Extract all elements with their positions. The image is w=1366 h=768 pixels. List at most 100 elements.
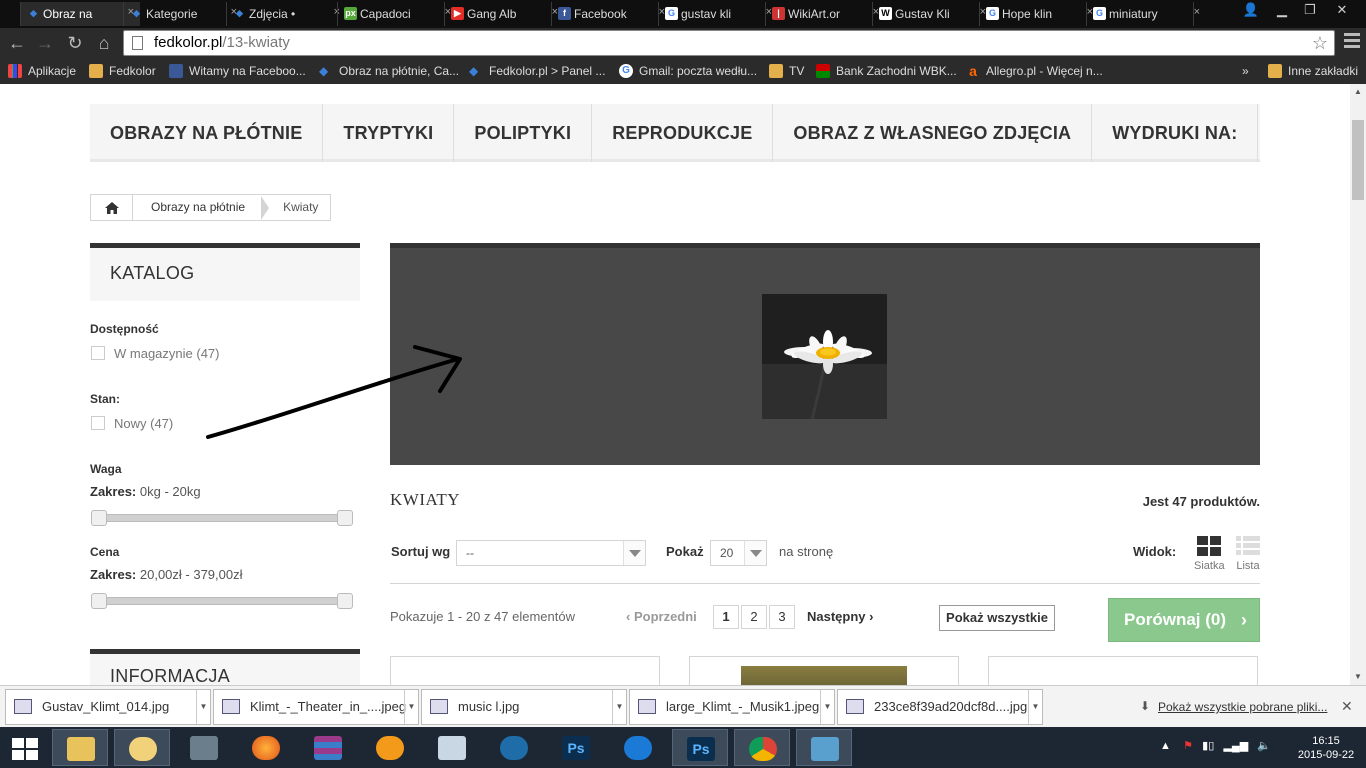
taskbar-teamviewer[interactable] xyxy=(610,729,666,766)
taskbar-calculator[interactable] xyxy=(424,729,480,766)
price-slider[interactable] xyxy=(91,593,353,609)
download-item[interactable]: Gustav_Klimt_014.jpg ▼ xyxy=(5,689,211,725)
bookmark-other[interactable]: Inne zakładki xyxy=(1268,62,1358,80)
reload-icon[interactable]: ↻ xyxy=(64,32,86,54)
taskbar-firefox[interactable] xyxy=(238,729,294,766)
breadcrumb-obrazy[interactable]: Obrazy na płótnie xyxy=(133,195,261,220)
breadcrumb-home[interactable] xyxy=(91,195,133,220)
tab-gustav-klimt-search[interactable]: Ggustav kli × xyxy=(658,2,778,26)
tab-capadocia[interactable]: px Capadoci × xyxy=(337,2,457,26)
scrollbar-thumb[interactable] xyxy=(1352,120,1364,200)
product-image[interactable] xyxy=(741,666,907,685)
taskbar-photoshop-open[interactable]: Ps xyxy=(672,729,728,766)
view-grid-button[interactable]: Siatka xyxy=(1194,536,1225,572)
menu-icon[interactable] xyxy=(1344,33,1360,51)
condition-checkbox[interactable]: Nowy (47) xyxy=(90,416,173,432)
bookmark-allegro[interactable]: a Allegro.pl - Więcej n... xyxy=(966,62,1103,80)
weight-slider[interactable] xyxy=(91,510,353,526)
taskbar-photoshop[interactable]: Ps xyxy=(548,729,604,766)
tray-expand-icon[interactable]: ▲ xyxy=(1160,740,1171,752)
close-downloads-icon[interactable]: ✕ xyxy=(1341,698,1353,715)
weight-slider-max-handle[interactable] xyxy=(337,510,353,526)
tab-wikiart[interactable]: | WikiArt.or × xyxy=(765,2,885,26)
scroll-down-icon[interactable]: ▼ xyxy=(1350,669,1366,685)
chevron-down-icon[interactable]: ▼ xyxy=(196,690,210,724)
user-icon[interactable]: 👤 xyxy=(1237,0,1265,20)
action-center-icon[interactable]: ⚑ xyxy=(1183,740,1193,752)
address-bar[interactable]: fedkolor.pl/13-kwiaty ☆ xyxy=(123,30,1335,56)
volume-icon[interactable]: 🔈 xyxy=(1257,740,1271,752)
sort-select[interactable]: -- xyxy=(456,540,646,566)
show-all-downloads-link[interactable]: ⬇ Pokaż wszystkie pobrane pliki... xyxy=(1140,699,1327,714)
forward-icon[interactable]: → xyxy=(34,32,56,54)
taskbar-security[interactable] xyxy=(176,729,232,766)
show-all-button[interactable]: Pokaż wszystkie xyxy=(939,605,1055,631)
page-3[interactable]: 3 xyxy=(769,605,795,629)
taskbar-app2[interactable] xyxy=(486,729,542,766)
menu-item-reprodukcje[interactable]: REPRODUKCJE xyxy=(592,104,774,162)
checkbox[interactable] xyxy=(91,346,105,360)
tab-wikipedia[interactable]: W Gustav Kli × xyxy=(872,2,992,26)
chevron-down-icon[interactable]: ▼ xyxy=(820,690,834,724)
price-slider-min-handle[interactable] xyxy=(91,593,107,609)
bookmark-obraz[interactable]: ◆ Obraz na płótnie, Ca... xyxy=(319,62,459,80)
per-page-select[interactable]: 20 xyxy=(710,540,767,566)
clock[interactable]: 16:15 2015-09-22 xyxy=(1296,734,1356,762)
menu-item-tryptyki[interactable]: TRYPTYKI xyxy=(323,104,455,162)
tab-gang-albanii[interactable]: ▶ Gang Alb × xyxy=(444,2,564,26)
taskbar-chrome[interactable] xyxy=(734,729,790,766)
home-icon[interactable]: ⌂ xyxy=(93,32,115,54)
bookmarks-overflow[interactable]: » xyxy=(1242,62,1249,80)
product-card[interactable] xyxy=(988,656,1258,685)
checkbox[interactable] xyxy=(91,416,105,430)
pagination-next[interactable]: Następny › xyxy=(807,609,873,624)
page-scrollbar[interactable]: ▲ ▼ xyxy=(1350,84,1366,685)
menu-item-obrazy[interactable]: OBRAZY NA PŁÓTNIE xyxy=(90,104,324,162)
download-item[interactable]: music l.jpg ▼ xyxy=(421,689,627,725)
compare-button[interactable]: Porównaj (0) › xyxy=(1108,598,1260,642)
page-1[interactable]: 1 xyxy=(713,605,739,629)
back-icon[interactable]: ← xyxy=(6,32,28,54)
restore-icon[interactable]: ❐ xyxy=(1296,0,1324,20)
minimize-icon[interactable]: ▁ xyxy=(1268,0,1296,20)
bookmark-tv[interactable]: TV xyxy=(769,62,804,80)
taskbar-winrar[interactable] xyxy=(300,729,356,766)
bookmark-apps[interactable]: Aplikacje xyxy=(8,62,76,80)
start-button[interactable] xyxy=(0,729,56,766)
bookmark-panel[interactable]: ◆ Fedkolor.pl > Panel ... xyxy=(469,62,605,80)
menu-item-poliptyki[interactable]: POLIPTYKI xyxy=(454,104,593,162)
menu-item-wydruki[interactable]: WYDRUKI NA: xyxy=(1092,104,1259,162)
pagination-prev[interactable]: ‹ Poprzedni xyxy=(626,609,697,624)
chevron-down-icon[interactable]: ▼ xyxy=(404,690,418,724)
view-list-button[interactable]: Lista xyxy=(1233,536,1263,572)
bookmark-gmail[interactable]: G Gmail: poczta wedłu... xyxy=(619,62,757,80)
chevron-down-icon[interactable]: ▼ xyxy=(1028,690,1042,724)
menu-item-obraz-z-zdjecia[interactable]: OBRAZ Z WŁASNEGO ZDJĘCIA xyxy=(773,104,1093,162)
tab-facebook[interactable]: f Facebook × xyxy=(551,2,671,26)
bookmark-facebook[interactable]: Witamy na Faceboo... xyxy=(169,62,306,80)
tab-miniatury[interactable]: Gminiatury × xyxy=(1086,2,1206,26)
price-slider-max-handle[interactable] xyxy=(337,593,353,609)
taskbar-explorer[interactable] xyxy=(52,729,108,766)
chevron-down-icon[interactable]: ▼ xyxy=(612,690,626,724)
scroll-up-icon[interactable]: ▲ xyxy=(1350,84,1366,100)
page-2[interactable]: 2 xyxy=(741,605,767,629)
signal-icon[interactable]: ▂▄▆ xyxy=(1223,740,1248,752)
product-card[interactable] xyxy=(689,656,959,685)
weight-slider-min-handle[interactable] xyxy=(91,510,107,526)
new-tab-button[interactable] xyxy=(1193,2,1221,26)
bookmark-fedkolor[interactable]: Fedkolor xyxy=(89,62,156,80)
network-icon[interactable]: ▮▯ xyxy=(1202,740,1214,752)
download-item[interactable]: 233ce8f39ad20dcf8d....jpg ▼ xyxy=(837,689,1043,725)
tab-obraz[interactable]: ◆ Obraz na × xyxy=(20,2,140,26)
close-window-icon[interactable]: ✕ xyxy=(1328,0,1356,20)
taskbar-mail[interactable] xyxy=(114,729,170,766)
bookmark-bank[interactable]: Bank Zachodni WBK... xyxy=(816,62,957,80)
taskbar-photo-viewer[interactable] xyxy=(796,729,852,766)
tab-hope-klimt[interactable]: G Hope klin × xyxy=(979,2,1099,26)
tab-kategorie[interactable]: ◆ Kategorie × xyxy=(123,2,243,26)
taskbar-app[interactable] xyxy=(362,729,418,766)
download-item[interactable]: large_Klimt_-_Musik1.jpeg ▼ xyxy=(629,689,835,725)
product-card[interactable] xyxy=(390,656,660,685)
tab-zdjecia[interactable]: ◆ Zdjęcia • × xyxy=(226,2,346,26)
